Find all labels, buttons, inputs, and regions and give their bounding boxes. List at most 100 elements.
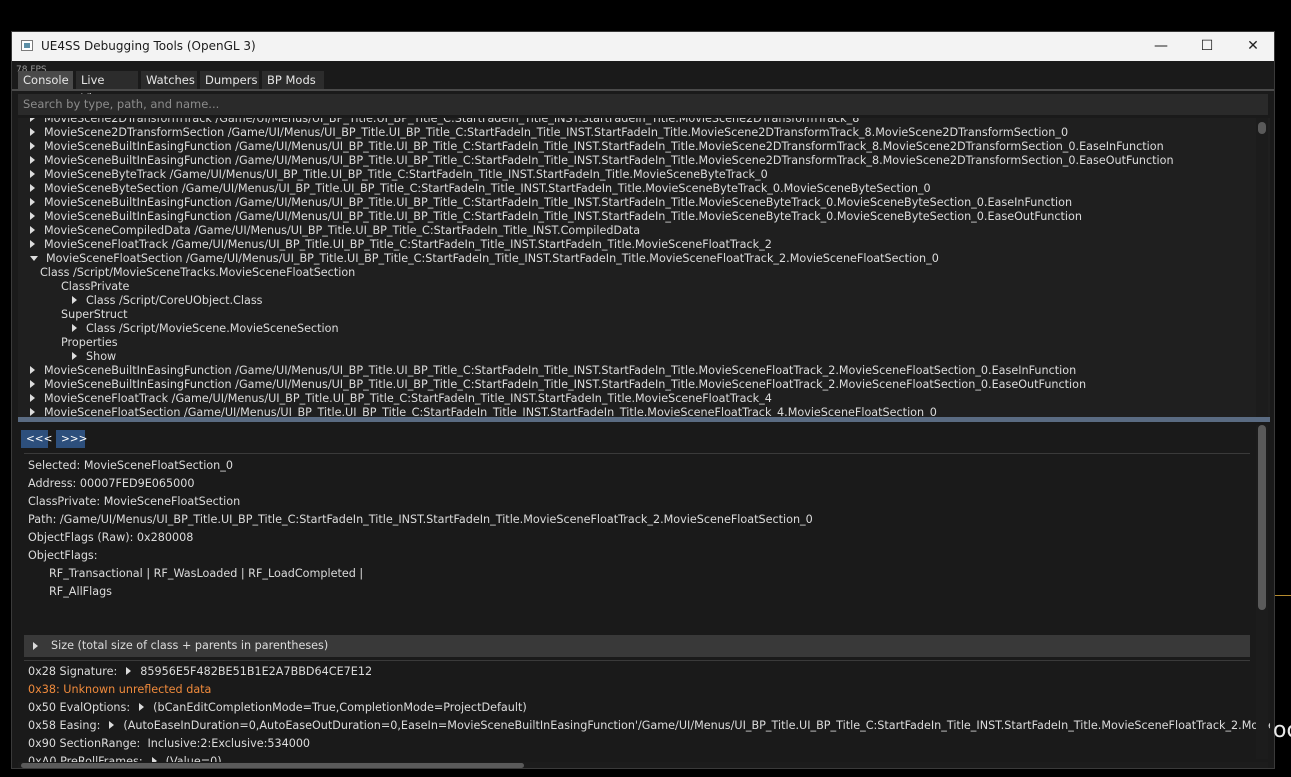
address-label: Address: 00007FED9E065000 [28, 477, 195, 490]
tree-row[interactable]: MovieSceneFloatSection /Game/UI/Menus/UI… [30, 406, 937, 417]
minimize-button[interactable]: — [1138, 32, 1184, 61]
property-value: (Value=0) [165, 755, 222, 762]
size-section-header[interactable]: Size (total size of class + parents in p… [24, 635, 1250, 657]
tree-row[interactable]: MovieSceneByteTrack /Game/UI/Menus/UI_BP… [30, 168, 768, 182]
selected-label: Selected: MovieSceneFloatSection_0 [28, 459, 233, 472]
details-scrollbar[interactable] [1256, 425, 1268, 759]
expand-arrow-icon[interactable] [30, 226, 35, 234]
property-label: 0x38: Unknown unreflected data [28, 683, 212, 696]
tree-row-label: MovieSceneFloatSection /Game/UI/Menus/UI… [46, 252, 939, 265]
divider [24, 453, 1250, 454]
property-row: 0x90 SectionRange: Inclusive:2:Exclusive… [28, 737, 310, 751]
property-row: 0x28 Signature: 85956E5F482BE51B1E2A7BBD6… [28, 665, 372, 679]
tab-underline [12, 89, 1274, 91]
expand-arrow-icon[interactable] [126, 667, 132, 675]
expand-arrow-icon[interactable] [30, 170, 35, 178]
property-label: 0x58 Easing: [28, 719, 101, 732]
expand-arrow-icon[interactable] [72, 324, 77, 332]
tree-row[interactable]: SuperStruct [61, 308, 128, 322]
property-value: Inclusive:2:Exclusive:534000 [147, 737, 311, 750]
collapse-arrow-icon[interactable] [30, 256, 38, 261]
property-label: 0x90 SectionRange: [28, 737, 141, 750]
tab-bp-mods[interactable]: BP Mods [262, 71, 324, 89]
expand-arrow-icon[interactable] [30, 212, 35, 220]
tree-row-label: ClassPrivate [61, 280, 130, 293]
tree-row[interactable]: MovieSceneBuiltInEasingFunction /Game/UI… [30, 196, 1072, 210]
tree-row-label: MovieSceneCompiledData /Game/UI/Menus/UI… [44, 224, 641, 237]
app-icon [21, 40, 33, 51]
divider [24, 660, 1250, 661]
expand-arrow-icon[interactable] [72, 352, 77, 360]
tree-row-label: MovieSceneBuiltInEasingFunction /Game/UI… [44, 196, 1073, 209]
expand-arrow-icon[interactable] [30, 198, 35, 206]
tree-row[interactable]: Show [72, 350, 116, 364]
tree-row[interactable]: Class /Script/CoreUObject.Class [72, 294, 262, 308]
tree-scrollbar-thumb[interactable] [1258, 122, 1266, 134]
property-label: 0xA0 PreRollFrames: [28, 755, 143, 762]
tree-row[interactable]: MovieSceneFloatSection /Game/UI/Menus/UI… [30, 252, 939, 266]
expand-arrow-icon[interactable] [30, 366, 35, 374]
horizontal-scrollbar[interactable] [18, 762, 1268, 768]
tree-row-label: Properties [61, 336, 118, 349]
tree-scrollbar[interactable] [1256, 118, 1268, 417]
tree-row[interactable]: Class /Script/MovieSceneTracks.MovieScen… [40, 266, 355, 280]
expand-arrow-icon[interactable] [72, 296, 77, 304]
property-row: 0xA0 PreRollFrames: (Value=0) [28, 755, 222, 762]
tree-row-label: Class /Script/MovieSceneTracks.MovieScen… [40, 266, 356, 279]
tree-row[interactable]: Properties [61, 336, 118, 350]
tree-row[interactable]: MovieSceneBuiltInEasingFunction /Game/UI… [30, 140, 1164, 154]
tree-row[interactable]: Class /Script/MovieScene.MovieSceneSecti… [72, 322, 339, 336]
tree-row[interactable]: MovieSceneBuiltInEasingFunction /Game/UI… [30, 378, 1086, 392]
tree-row-label: MovieSceneFloatTrack /Game/UI/Menus/UI_B… [44, 238, 772, 251]
tab-console[interactable]: Console [18, 71, 73, 89]
tree-row-label: MovieSceneFloatTrack /Game/UI/Menus/UI_B… [44, 392, 772, 405]
tree-row[interactable]: MovieScene2DTransformSection /Game/UI/Me… [30, 126, 1068, 140]
app-window: UE4SS Debugging Tools (OpenGL 3) — ☐ ✕ 7… [11, 31, 1275, 769]
object-tree: MovieSceneFloatSection /Game/UI/Menus/UI… [18, 118, 1270, 417]
tree-row-label: MovieSceneBuiltInEasingFunction /Game/UI… [44, 378, 1087, 391]
details-panel: <<< >>> Selected: MovieSceneFloatSection… [18, 422, 1270, 762]
property-label: 0x50 EvalOptions: [28, 701, 131, 714]
expand-arrow-icon[interactable] [30, 118, 35, 122]
flags-raw-label: ObjectFlags (Raw): 0x280008 [28, 531, 194, 544]
tree-row[interactable]: MovieSceneCompiledData /Game/UI/Menus/UI… [30, 224, 640, 238]
expand-arrow-icon[interactable] [30, 408, 35, 416]
property-value: (bCanEditCompletionMode=True,CompletionM… [153, 701, 527, 714]
tree-row[interactable]: MovieSceneByteSection /Game/UI/Menus/UI_… [30, 182, 931, 196]
tree-row[interactable]: ClassPrivate [61, 280, 129, 294]
tree-row-label: MovieScene2DTransformSection /Game/UI/Me… [44, 126, 1069, 139]
class-private-label: ClassPrivate: MovieSceneFloatSection [28, 495, 241, 508]
expand-arrow-icon[interactable] [30, 128, 35, 136]
tab-dumpers[interactable]: Dumpers [200, 71, 259, 89]
maximize-button[interactable]: ☐ [1184, 32, 1230, 61]
property-label: 0x28 Signature: [28, 665, 118, 678]
expand-arrow-icon[interactable] [30, 394, 35, 402]
expand-arrow-icon[interactable] [30, 184, 35, 192]
search-input[interactable]: Search by type, path, and name... [18, 94, 1268, 115]
tree-row-label: Class /Script/CoreUObject.Class [86, 294, 263, 307]
expand-arrow-icon[interactable] [109, 721, 115, 729]
tree-row[interactable]: MovieSceneFloatTrack /Game/UI/Menus/UI_B… [30, 392, 772, 406]
back-button[interactable]: <<< [21, 430, 52, 448]
tab-watches[interactable]: Watches [141, 71, 197, 89]
expand-arrow-icon[interactable] [139, 703, 145, 711]
expand-arrow-icon[interactable] [30, 240, 35, 248]
path-label: Path: /Game/UI/Menus/UI_BP_Title.UI_BP_T… [28, 513, 813, 526]
expand-arrow-icon[interactable] [30, 142, 35, 150]
tree-row[interactable]: MovieSceneFloatTrack /Game/UI/Menus/UI_B… [30, 238, 772, 252]
tab-live-view[interactable]: Live View [76, 71, 138, 105]
property-value: 85956E5F482BE51B1E2A7BBD64CE7E12 [140, 665, 373, 678]
close-button[interactable]: ✕ [1230, 32, 1274, 61]
tree-row[interactable]: MovieSceneBuiltInEasingFunction /Game/UI… [30, 154, 1174, 168]
expand-arrow-icon[interactable] [30, 156, 35, 164]
horizontal-scrollbar-thumb[interactable] [21, 763, 524, 768]
title-bar[interactable]: UE4SS Debugging Tools (OpenGL 3) — ☐ ✕ [12, 32, 1274, 61]
tree-row[interactable]: MovieSceneBuiltInEasingFunction /Game/UI… [30, 210, 1082, 224]
expand-arrow-icon[interactable] [30, 380, 35, 388]
tree-row-label: MovieScene2DTransformTrack /Game/UI/Menu… [44, 118, 860, 125]
tree-row[interactable]: MovieSceneBuiltInEasingFunction /Game/UI… [30, 364, 1076, 378]
forward-button[interactable]: >>> [56, 430, 87, 448]
details-scrollbar-thumb[interactable] [1258, 425, 1266, 610]
background-line [1275, 595, 1291, 596]
tree-row[interactable]: MovieScene2DTransformTrack /Game/UI/Menu… [30, 118, 859, 126]
